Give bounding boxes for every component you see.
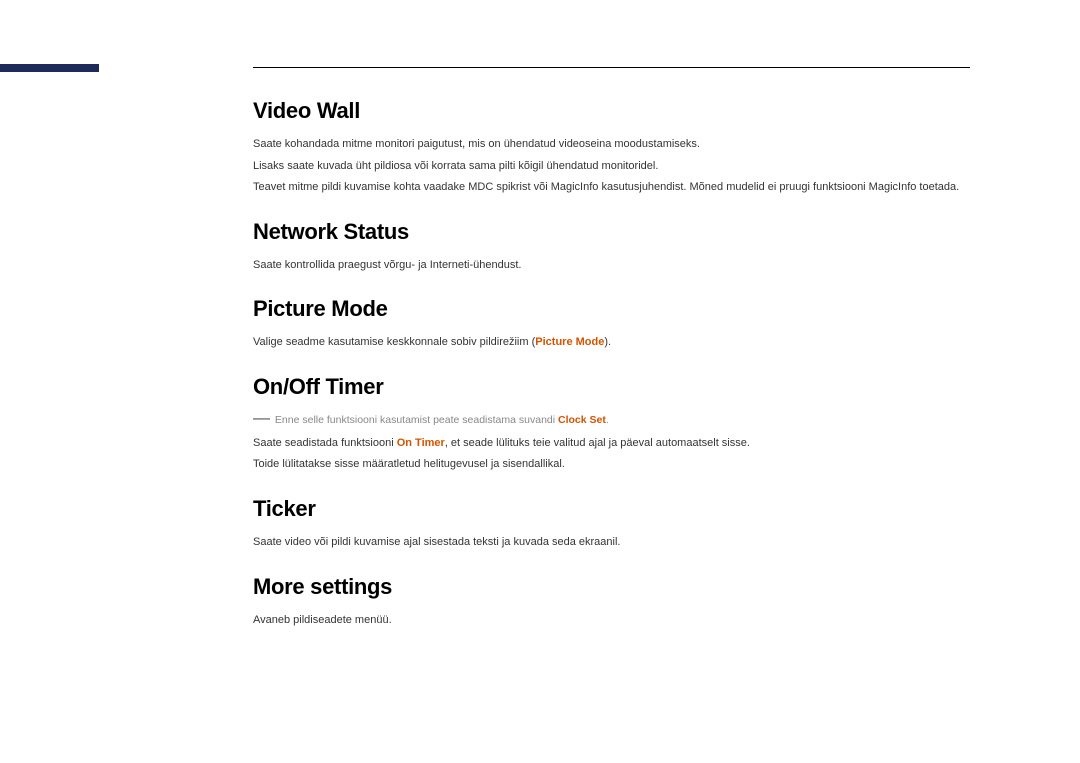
heading-video-wall: Video Wall bbox=[253, 98, 970, 124]
video-wall-p2: Lisaks saate kuvada üht pildiosa või kor… bbox=[253, 158, 970, 176]
heading-picture-mode: Picture Mode bbox=[253, 296, 970, 322]
clock-set-term: Clock Set bbox=[558, 414, 606, 426]
on-off-timer-p2: Toide lülitatakse sisse määratletud heli… bbox=[253, 456, 970, 474]
picture-mode-term: Picture Mode bbox=[535, 336, 604, 348]
content-area: Video Wall Saate kohandada mitme monitor… bbox=[253, 98, 970, 633]
on-off-timer-note-pre: Enne selle funktsiooni kasutamist peate … bbox=[275, 414, 558, 426]
video-wall-p1: Saate kohandada mitme monitori paigutust… bbox=[253, 136, 970, 154]
on-off-timer-p1: Saate seadistada funktsiooni On Timer, e… bbox=[253, 435, 970, 453]
picture-mode-p1: Valige seadme kasutamise keskkonnale sob… bbox=[253, 334, 970, 352]
heading-more-settings: More settings bbox=[253, 574, 970, 600]
network-status-p1: Saate kontrollida praegust võrgu- ja Int… bbox=[253, 257, 970, 275]
top-rule bbox=[253, 67, 970, 68]
on-timer-term: On Timer bbox=[397, 437, 445, 449]
on-off-timer-note-post: . bbox=[606, 414, 609, 426]
on-off-timer-p1-post: , et seade lülituks teie valitud ajal ja… bbox=[445, 437, 750, 449]
on-off-timer-note: ― Enne selle funktsiooni kasutamist peat… bbox=[253, 412, 970, 429]
ticker-p1: Saate video või pildi kuvamise ajal sise… bbox=[253, 534, 970, 552]
on-off-timer-p1-pre: Saate seadistada funktsiooni bbox=[253, 437, 397, 449]
accent-bar bbox=[0, 64, 99, 72]
heading-on-off-timer: On/Off Timer bbox=[253, 374, 970, 400]
picture-mode-p1-pre: Valige seadme kasutamise keskkonnale sob… bbox=[253, 336, 535, 348]
more-settings-p1: Avaneb pildiseadete menüü. bbox=[253, 612, 970, 630]
note-dash-icon: ― bbox=[253, 414, 270, 423]
video-wall-p3: Teavet mitme pildi kuvamise kohta vaadak… bbox=[253, 179, 970, 197]
heading-ticker: Ticker bbox=[253, 496, 970, 522]
heading-network-status: Network Status bbox=[253, 219, 970, 245]
picture-mode-p1-post: ). bbox=[604, 336, 611, 348]
